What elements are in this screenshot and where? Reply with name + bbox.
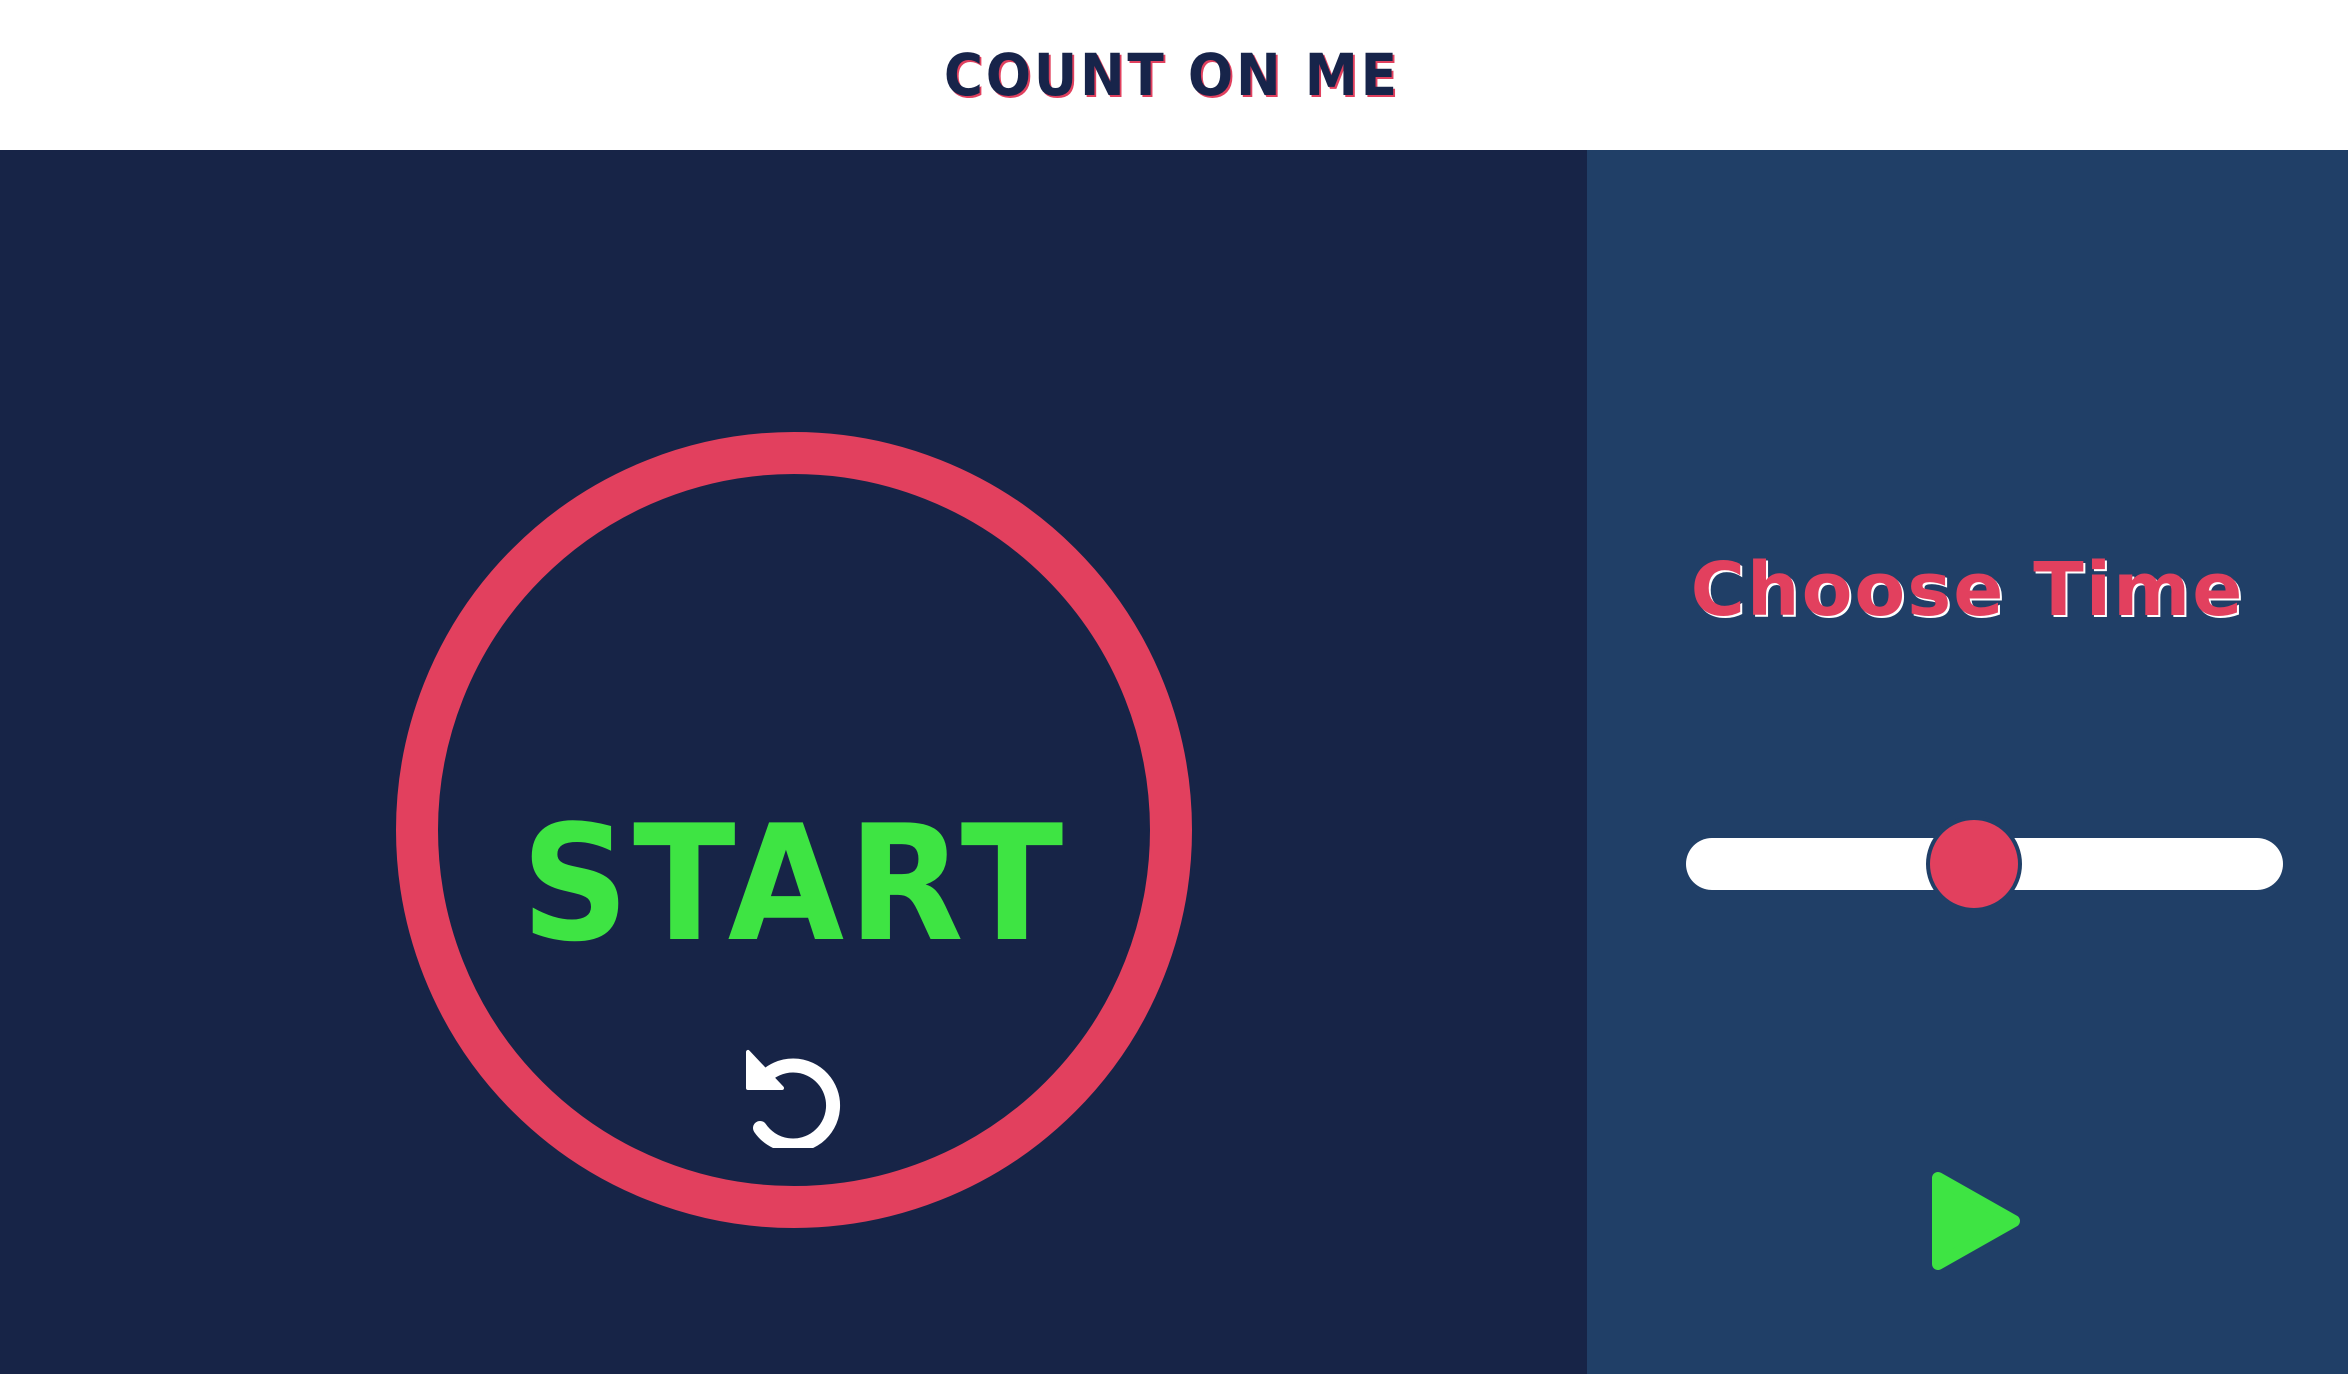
slider-thumb[interactable] xyxy=(1925,816,2022,912)
timer-panel: START xyxy=(0,150,1587,1374)
timer-display: START xyxy=(520,790,1068,977)
play-icon xyxy=(1932,1172,2020,1270)
reset-icon-glyph xyxy=(746,1050,841,1153)
app: COUNT ON ME START Choose Time xyxy=(0,0,2348,1374)
play-button[interactable] xyxy=(1930,1172,2022,1270)
choose-time-title: Choose Time xyxy=(1690,547,2245,633)
app-title: COUNT ON ME xyxy=(943,41,1400,109)
reset-icon[interactable] xyxy=(742,1044,846,1153)
control-panel: Choose Time xyxy=(1587,150,2348,1374)
header: COUNT ON ME xyxy=(0,0,2348,150)
time-slider[interactable] xyxy=(1686,813,2283,915)
